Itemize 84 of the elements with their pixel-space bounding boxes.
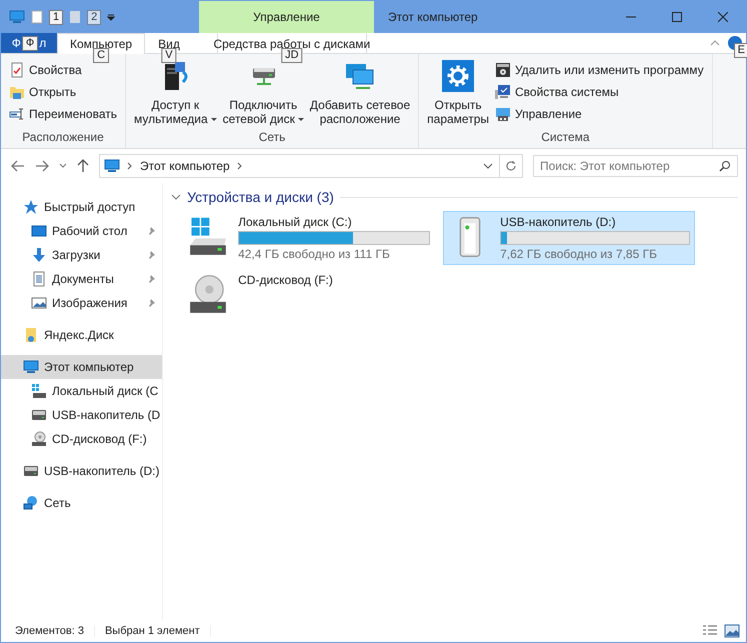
maximize-icon[interactable] [672,12,682,22]
new-file-icon[interactable] [31,10,43,24]
nav-item[interactable]: USB-накопитель (D [1,403,162,427]
drive-tile[interactable]: Локальный диск (C:) 42,4 ГБ свободно из 111 ГБ [181,211,436,265]
keytip: C [93,48,110,63]
history-dropdown-icon[interactable] [483,163,493,169]
drive-tile[interactable]: CD-дисковод (F:) [181,269,436,323]
nav-item[interactable]: Загрузки [1,243,162,267]
chevron-icon [126,162,134,170]
rename-icon [9,106,25,122]
ribbon-button[interactable]: Добавить сетевое расположение [308,56,412,130]
free-space-text: 7,62 ГБ свободно из 7,85 ГБ [500,247,658,261]
drive-icon [31,383,47,399]
close-icon[interactable] [718,12,728,22]
nav-item[interactable]: Изображения [1,291,162,315]
collapse-ribbon-icon[interactable] [710,40,720,46]
computer-icon [9,9,25,25]
refresh-icon[interactable] [505,160,517,172]
settings-icon [442,60,474,92]
group-label: Расположение [21,130,105,146]
star-icon [23,199,39,215]
keytip: E [734,43,747,58]
nav-item[interactable]: Сеть [1,491,162,515]
ribbon-button[interactable]: Свойства [7,60,119,80]
ribbon-button[interactable]: Управление [493,104,706,124]
monitor-icon [495,84,511,100]
folder-icon [23,327,39,343]
context-group-title: Управление [199,1,374,33]
computer-manage-icon [495,106,511,122]
drive-name: CD-дисковод (F:) [238,273,334,287]
nav-item[interactable]: Быстрый доступ [1,195,162,219]
nav-item[interactable]: CD-дисковод (F:) [1,427,162,451]
dropdown-icon[interactable] [107,13,116,21]
nav-item[interactable]: Яндекс.Диск [1,323,162,347]
nav-item[interactable]: USB-накопитель (D:) [1,459,162,483]
drive-icon [23,463,39,479]
drive-tile[interactable]: USB-накопитель (D:) 7,62 ГБ свободно из 7,85 ГБ [443,211,696,265]
back-icon[interactable] [11,160,25,172]
keytip: Ф [22,36,38,50]
window-title: Этот компьютер [387,9,479,26]
item-count: Элементов: 3 [15,625,95,637]
search-icon [719,160,731,172]
folder-icon [9,84,25,100]
drive-name: Локальный диск (C:) [238,215,353,229]
keytip: 1 [49,10,64,24]
group-label: Сеть [258,130,286,146]
ribbon-button[interactable]: Переименовать [7,104,119,124]
drive-icon [31,407,47,423]
expand-chevron-icon[interactable] [171,193,182,201]
address-bar[interactable]: Этот компьютер [99,154,523,178]
cd-drive-icon [31,431,47,447]
selection-count: Выбран 1 элемент [104,625,211,637]
download-arrow-icon [31,247,47,263]
chevron-icon [236,162,244,170]
recent-dropdown-icon[interactable] [59,163,67,169]
file-tab[interactable]: Ф Ф л [1,33,57,53]
large-icons-view-icon[interactable] [724,624,740,638]
picture-icon [31,295,47,311]
disc-box-icon [495,62,511,78]
breadcrumb[interactable]: Этот компьютер [140,159,230,173]
computer-icon [23,359,39,375]
drive-name: USB-накопитель (D:) [500,215,617,229]
document-icon [31,271,47,287]
keytip: V [161,48,177,63]
ribbon-button[interactable]: Свойства системы [493,82,706,102]
forward-icon[interactable] [35,160,49,172]
up-icon[interactable] [77,159,89,173]
checklist-icon [9,62,25,78]
nav-item[interactable]: Локальный диск (C [1,379,162,403]
ribbon-button[interactable]: Открыть параметры [425,56,491,130]
nav-item[interactable]: Рабочий стол [1,219,162,243]
search-field[interactable]: Поиск: Этот компьютер [533,155,738,177]
nav-item[interactable]: Этот компьютер [1,355,162,379]
free-space-text: 42,4 ГБ свободно из 111 ГБ [238,247,391,261]
group-label: Система [540,130,591,146]
group-title[interactable]: Устройства и диски (3) [187,189,334,205]
desktop-icon [31,223,47,239]
keytip: JD [281,48,303,63]
ribbon-button[interactable]: Удалить или изменить программу [493,60,706,80]
nav-item[interactable]: Документы [1,267,162,291]
computer-icon [104,158,120,174]
ribbon-button[interactable]: Открыть [7,82,119,102]
network-icon [23,495,39,511]
keytip: 2 [87,10,102,24]
